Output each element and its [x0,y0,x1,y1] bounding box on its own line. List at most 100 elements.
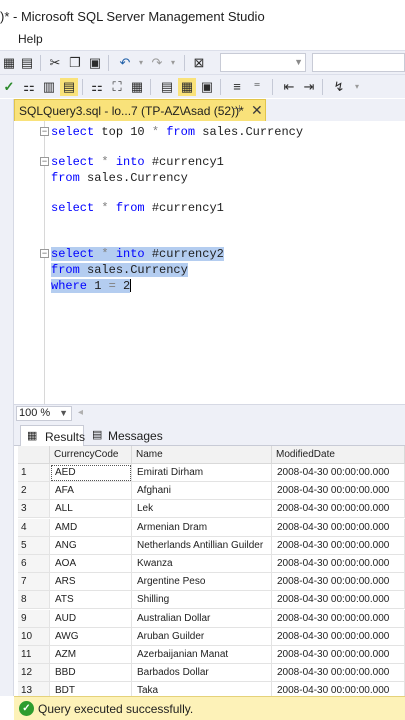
zoom-combo[interactable]: 100 % ▼ [16,406,72,421]
cell-currencycode[interactable]: BBD [50,664,132,683]
redo-dropdown-icon[interactable]: ▾ [164,54,182,72]
collapse-icon[interactable]: − [40,127,49,136]
chevron-down-icon: ▼ [59,408,68,418]
pin-icon[interactable]: ⊣ [232,104,241,115]
table-row[interactable]: 7 ARS Argentine Peso 2008-04-30 00:00:00.00… [18,573,405,592]
cell-currencycode[interactable]: AWG [50,627,132,646]
table-row[interactable]: 13 BDT Taka 2008-04-30 00:00:00.000 [18,682,405,696]
cell-name[interactable]: Kwanza [132,555,272,573]
solution-configuration-combo[interactable]: ▼ [220,53,306,72]
cell-currencycode[interactable]: AOA [50,555,132,573]
cell-name[interactable]: Australian Dollar [132,609,272,628]
document-tab-title: SQLQuery3.sql - lo...7 (TP-AZ\Asad (52))… [19,104,244,118]
decrease-indent-icon[interactable]: ⇤ [280,78,298,96]
cell-modifieddate[interactable]: 2008-04-30 00:00:00.000 [272,500,405,519]
cell-modifieddate[interactable]: 2008-04-30 00:00:00.000 [272,627,405,646]
find-combo[interactable] [312,53,405,72]
cell-modifieddate[interactable]: 2008-04-30 00:00:00.000 [272,464,405,482]
code-line: from sales.Currency [51,171,188,185]
cell-currencycode[interactable]: AFA [50,482,132,501]
cell-name[interactable]: Barbados Dollar [132,664,272,683]
window-title-bar: )* - Microsoft SQL Server Management Stu… [0,0,405,32]
cell-currencycode[interactable]: AED [50,464,132,482]
menu-help[interactable]: Help [18,32,43,46]
client-statistics-icon[interactable]: ▦ [128,78,146,96]
cell-name[interactable]: Emirati Dirham [132,464,272,482]
dax-query-icon[interactable]: ▤ [18,54,36,72]
tab-messages-label: Messages [108,429,163,443]
cell-currencycode[interactable]: ALL [50,500,132,519]
cell-currencycode[interactable]: BDT [50,682,132,696]
table-row[interactable]: 9 AUD Australian Dollar 2008-04-30 00:00:00… [18,609,405,628]
cell-currencycode[interactable]: AZM [50,646,132,664]
cell-modifieddate[interactable]: 2008-04-30 00:00:00.000 [272,482,405,501]
cell-currencycode[interactable]: AMD [50,518,132,537]
include-client-stats-icon[interactable]: ▤ [60,78,78,96]
tab-messages[interactable]: ▤ Messages [86,425,163,446]
cell-name[interactable]: Armenian Dram [132,518,272,537]
comment-lines-icon[interactable]: ≡ [228,78,246,96]
results-grid[interactable]: CurrencyCode Name ModifiedDate 1 AED Emira… [18,446,405,696]
column-header-modifieddate[interactable]: ModifiedDate [272,446,405,464]
results-to-grid-icon[interactable]: ▦ [178,78,196,96]
table-row[interactable]: 6 AOA Kwanza 2008-04-30 00:00:00.000 [18,555,405,573]
cell-name[interactable]: Aruban Guilder [132,627,272,646]
tab-results[interactable]: ▦ Results [20,425,85,446]
cell-currencycode[interactable]: ARS [50,573,132,592]
cell-modifieddate[interactable]: 2008-04-30 00:00:00.000 [272,555,405,573]
row-number: 10 [18,627,50,646]
copy-icon[interactable]: ❐ [66,54,84,72]
table-row[interactable]: 12 BBD Barbados Dollar 2008-04-30 00:00:00.… [18,664,405,683]
paste-icon[interactable]: ▣ [86,54,104,72]
table-row[interactable]: 11 AZM Azerbaijanian Manat 2008-04-30 00:00… [18,646,405,664]
toolbar-overflow-icon[interactable]: ▾ [348,78,366,96]
table-row[interactable]: 2 AFA Afghani 2008-04-30 00:00:00.000 [18,482,405,501]
cell-name[interactable]: Afghani [132,482,272,501]
cell-modifieddate[interactable]: 2008-04-30 00:00:00.000 [272,536,405,555]
cell-name[interactable]: Shilling [132,591,272,610]
table-row[interactable]: 1 AED Emirati Dirham 2008-04-30 00:00:00.00… [18,464,405,482]
collapse-icon[interactable]: − [40,249,49,258]
cell-modifieddate[interactable]: 2008-04-30 00:00:00.000 [272,664,405,683]
include-actual-plan-icon[interactable]: ⚏ [88,78,106,96]
collapse-icon[interactable]: − [40,157,49,166]
table-row[interactable]: 3 ALL Lek 2008-04-30 00:00:00.000 [18,500,405,519]
tab-sqlquery3[interactable]: SQLQuery3.sql - lo...7 (TP-AZ\Asad (52))… [14,99,266,121]
table-row[interactable]: 10 AWG Aruban Guilder 2008-04-30 00:00:00.0… [18,627,405,646]
cell-name[interactable]: Netherlands Antillian Guilder [132,536,272,555]
query-designer-icon[interactable]: ▥ [40,78,58,96]
cell-name[interactable]: Lek [132,500,272,519]
column-header-name[interactable]: Name [132,446,272,464]
cell-modifieddate[interactable]: 2008-04-30 00:00:00.000 [272,573,405,592]
activity-monitor-icon[interactable]: ⊠ [190,54,208,72]
cell-modifieddate[interactable]: 2008-04-30 00:00:00.000 [272,682,405,696]
table-row[interactable]: 8 ATS Shilling 2008-04-30 00:00:00.000 [18,591,405,610]
query-status-bar: ✓ Query executed successfully. [14,696,405,720]
parse-checkmark-icon[interactable]: ✓ [0,78,18,96]
column-header-currencycode[interactable]: CurrencyCode [50,446,132,464]
xmla-query-icon[interactable]: ▦ [0,54,18,72]
cell-name[interactable]: Argentine Peso [132,573,272,592]
increase-indent-icon[interactable]: ⇥ [300,78,318,96]
query-editor[interactable]: − − − select top 10 * from sales.Currenc… [14,121,405,404]
cell-name[interactable]: Taka [132,682,272,696]
close-icon[interactable]: ✕ [251,102,263,119]
cell-modifieddate[interactable]: 2008-04-30 00:00:00.000 [272,646,405,664]
cell-name[interactable]: Azerbaijanian Manat [132,646,272,664]
cell-currencycode[interactable]: AUD [50,609,132,628]
live-query-stats-icon[interactable]: ⛶ [108,78,126,96]
scroll-left-icon[interactable]: ◂ [78,407,83,418]
specify-template-values-icon[interactable]: ↯ [330,78,348,96]
display-estimated-plan-icon[interactable]: ⚏ [20,78,38,96]
table-row[interactable]: 4 AMD Armenian Dram 2008-04-30 00:00:00.000 [18,518,405,537]
cell-modifieddate[interactable]: 2008-04-30 00:00:00.000 [272,591,405,610]
results-to-file-icon[interactable]: ▣ [198,78,216,96]
cell-modifieddate[interactable]: 2008-04-30 00:00:00.000 [272,518,405,537]
cell-modifieddate[interactable]: 2008-04-30 00:00:00.000 [272,609,405,628]
table-row[interactable]: 5 ANG Netherlands Antillian Guilder 2008-04… [18,536,405,555]
results-to-text-icon[interactable]: ▤ [158,78,176,96]
cell-currencycode[interactable]: ATS [50,591,132,610]
uncomment-lines-icon[interactable]: ⁼ [248,78,266,96]
cell-currencycode[interactable]: ANG [50,536,132,555]
cut-icon[interactable]: ✂ [46,54,64,72]
